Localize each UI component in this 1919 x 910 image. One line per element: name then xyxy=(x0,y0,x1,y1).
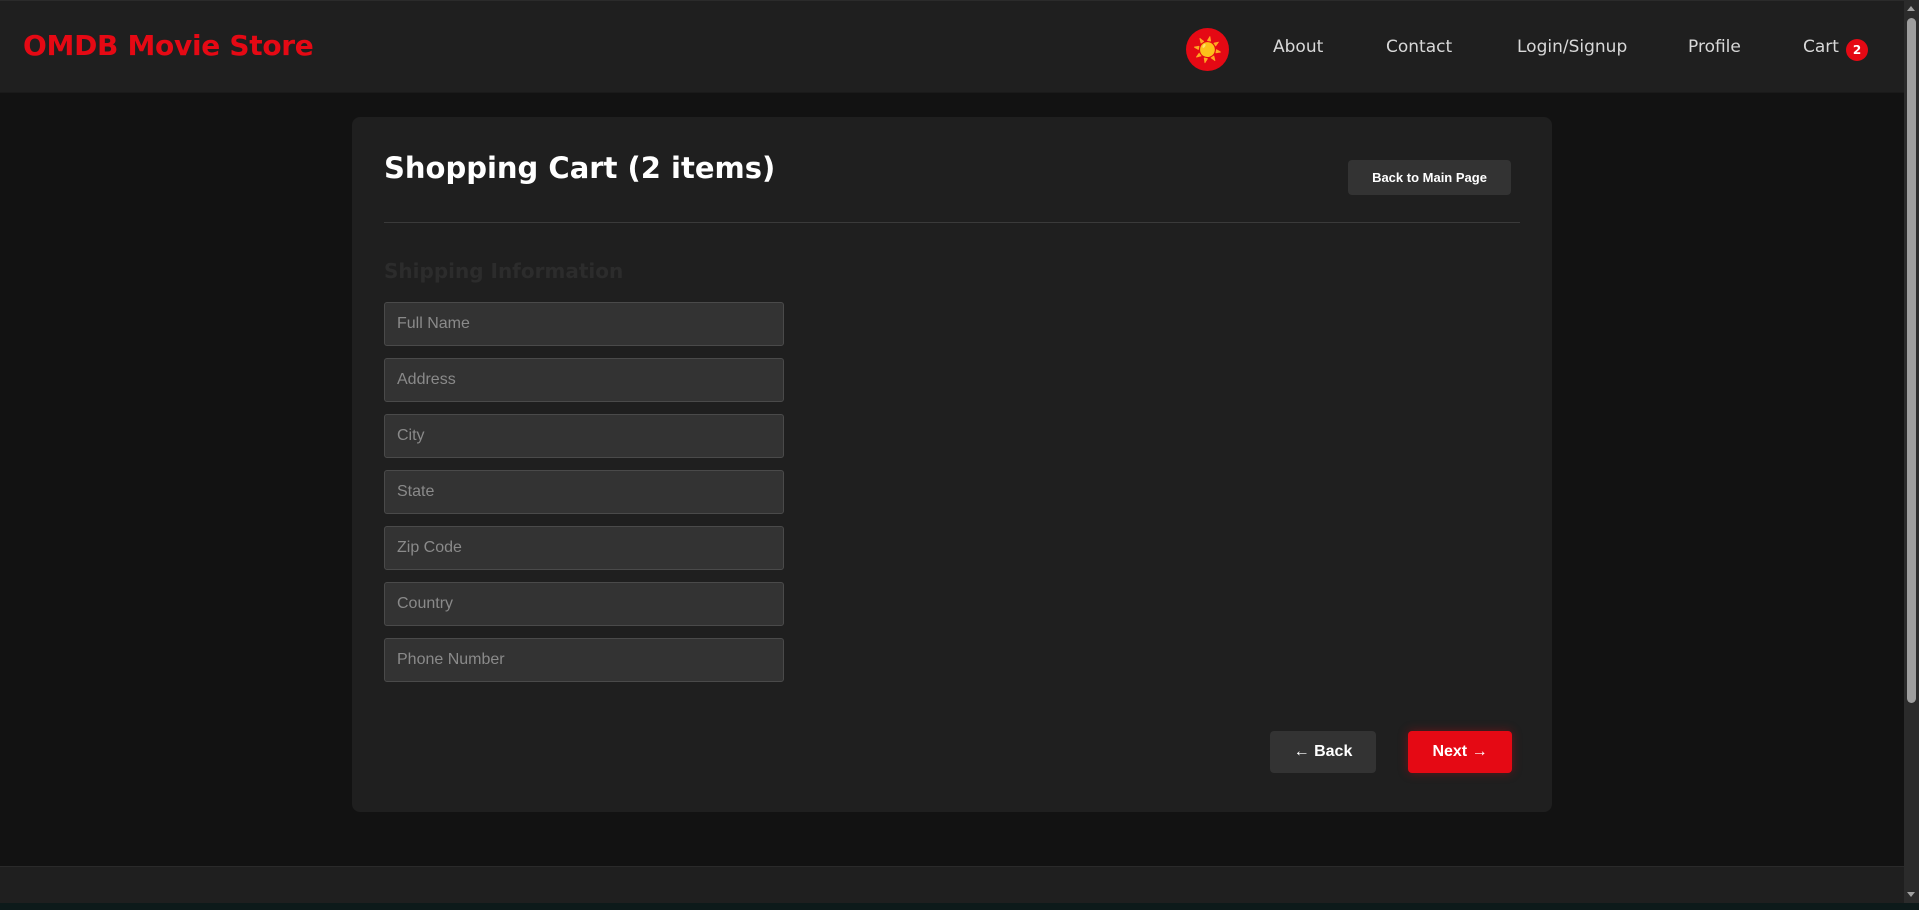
page-title: Shopping Cart (2 items) xyxy=(384,151,776,185)
theme-toggle-button[interactable]: ☀️ xyxy=(1186,28,1229,71)
back-button[interactable]: ← Back xyxy=(1270,731,1376,773)
next-button[interactable]: Next → xyxy=(1408,731,1512,773)
nav-profile-link[interactable]: Profile xyxy=(1688,37,1741,57)
city-field[interactable] xyxy=(384,414,784,458)
brand-logo[interactable]: OMDB Movie Store xyxy=(23,29,314,62)
nav-contact-link[interactable]: Contact xyxy=(1386,37,1452,57)
scroll-up-arrow-icon[interactable] xyxy=(1907,6,1915,11)
nav-login-signup-link[interactable]: Login/Signup xyxy=(1517,37,1627,57)
bottom-strip xyxy=(0,903,1919,910)
nav-about-link[interactable]: About xyxy=(1273,37,1323,57)
scroll-down-arrow-icon[interactable] xyxy=(1907,892,1915,897)
country-field[interactable] xyxy=(384,582,784,626)
shopping-cart-panel: Shopping Cart (2 items) Back to Main Pag… xyxy=(352,117,1552,812)
zip-code-field[interactable] xyxy=(384,526,784,570)
footer-bar xyxy=(0,866,1904,903)
full-name-field[interactable] xyxy=(384,302,784,346)
scrollbar-thumb[interactable] xyxy=(1907,18,1916,703)
vertical-scrollbar[interactable] xyxy=(1904,0,1919,903)
top-navbar: OMDB Movie Store ☀️ About Contact Login/… xyxy=(0,0,1904,93)
state-field[interactable] xyxy=(384,470,784,514)
address-field[interactable] xyxy=(384,358,784,402)
divider xyxy=(384,222,1520,223)
shipping-information-heading: Shipping Information xyxy=(384,259,624,283)
sun-icon: ☀️ xyxy=(1192,35,1223,64)
back-to-main-page-button[interactable]: Back to Main Page xyxy=(1348,160,1511,195)
cart-count-badge: 2 xyxy=(1846,39,1868,61)
phone-number-field[interactable] xyxy=(384,638,784,682)
nav-cart-link[interactable]: Cart xyxy=(1803,37,1839,57)
